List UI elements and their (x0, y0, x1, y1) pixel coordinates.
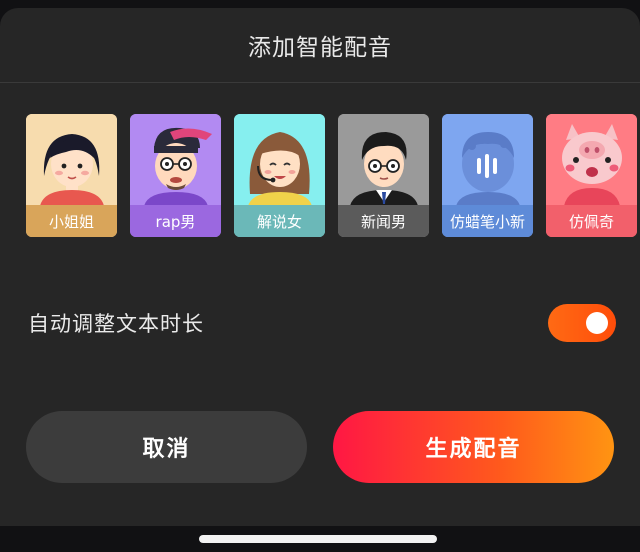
home-indicator[interactable] (199, 535, 437, 543)
voice-label: 仿佩奇 (546, 205, 637, 237)
voice-card-rapper[interactable]: rap男 (130, 114, 221, 237)
voice-label: 解说女 (234, 205, 325, 237)
auto-adjust-label: 自动调整文本时长 (28, 312, 204, 336)
auto-adjust-row: 自动调整文本时长 (28, 300, 616, 346)
news-anchor-avatar-icon (338, 114, 429, 206)
girl-avatar-icon (26, 114, 117, 206)
rapper-avatar-icon (130, 114, 221, 206)
voice-card-peppa[interactable]: 仿佩奇 (546, 114, 637, 237)
auto-adjust-toggle[interactable] (548, 304, 616, 342)
voice-label: 小姐姐 (26, 205, 117, 237)
voice-label: 仿蜡笔小新 (442, 205, 533, 237)
voice-list[interactable]: 小姐姐 rap男 解说女 新闻男 仿蜡笔小新 仿佩奇 (26, 114, 640, 238)
toggle-knob (586, 312, 608, 334)
crayon-shinchan-avatar-icon (442, 114, 533, 206)
voice-label: 新闻男 (338, 205, 429, 237)
voice-card-girl[interactable]: 小姐姐 (26, 114, 117, 237)
voice-card-commentator[interactable]: 解说女 (234, 114, 325, 237)
voice-card-news-anchor[interactable]: 新闻男 (338, 114, 429, 237)
voice-label: rap男 (130, 205, 221, 237)
voice-card-crayon-shinchan[interactable]: 仿蜡笔小新 (442, 114, 533, 237)
generate-dubbing-button[interactable]: 生成配音 (333, 411, 614, 483)
sheet-title: 添加智能配音 (248, 35, 392, 61)
commentator-avatar-icon (234, 114, 325, 206)
cancel-button[interactable]: 取消 (26, 411, 307, 483)
peppa-avatar-icon (546, 114, 637, 206)
title-divider (0, 82, 640, 83)
